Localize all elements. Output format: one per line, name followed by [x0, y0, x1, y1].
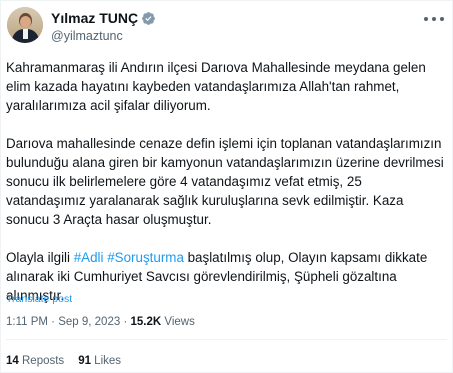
tweet-card: Yılmaz TUNÇ @yilmaztunc Kahramanmaraş il… — [0, 0, 453, 373]
verified-badge-icon — [142, 11, 156, 25]
likes-stat[interactable]: 91 Likes — [78, 355, 121, 367]
paragraph-3-prefix: Olayla ilgili — [6, 250, 74, 265]
post-time[interactable]: 1:11 PM — [6, 316, 48, 328]
divider — [6, 339, 447, 340]
views-count: 15.2K — [130, 316, 162, 328]
views-label: Views — [161, 316, 195, 328]
reposts-count: 14 — [6, 355, 19, 367]
hashtag-adli[interactable]: #Adli — [74, 250, 104, 265]
author-name-row[interactable]: Yılmaz TUNÇ — [51, 10, 156, 26]
tweet-meta: 1:11 PM · Sep 9, 2023 · 15.2K Views — [6, 315, 195, 330]
likes-label: Likes — [90, 355, 122, 367]
tweet-text: Kahramanmaraş ili Andırın ilçesi Darıova… — [6, 58, 444, 305]
hashtag-sorusturma[interactable]: #Soruşturma — [107, 250, 184, 265]
reposts-stat[interactable]: 14 Reposts — [6, 355, 64, 367]
engagement-stats: 14 Reposts 91 Likes — [6, 354, 135, 369]
reposts-label: Reposts — [18, 355, 65, 367]
tweet-paragraph-1: Kahramanmaraş ili Andırın ilçesi Darıova… — [6, 60, 426, 113]
tweet-paragraph-2: Darıova mahallesinde cenaze defin işlemi… — [6, 136, 444, 227]
likes-count: 91 — [78, 355, 91, 367]
translate-post-link[interactable]: Translate post — [6, 292, 72, 306]
post-date[interactable]: Sep 9, 2023 — [58, 316, 120, 328]
meta-separator: · — [47, 316, 59, 328]
meta-separator: · — [120, 316, 131, 328]
author-display-name[interactable]: Yılmaz TUNÇ — [51, 10, 138, 26]
avatar[interactable] — [7, 7, 43, 43]
author-handle[interactable]: @yilmaztunc — [51, 29, 123, 44]
more-options-icon[interactable] — [424, 13, 444, 25]
